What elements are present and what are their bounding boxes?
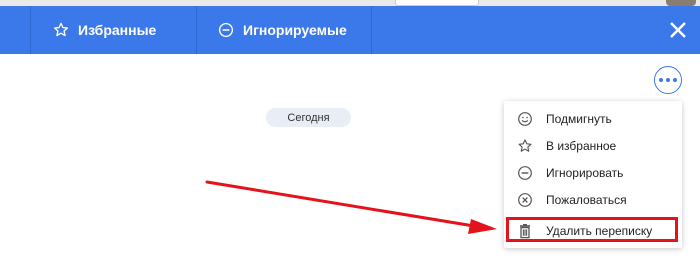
menu-item-label: Пожаловаться: [546, 193, 627, 207]
menu-item-report[interactable]: Пожаловаться: [504, 188, 682, 212]
header-divider: [196, 6, 197, 54]
minus-circle-icon: [517, 165, 533, 181]
menu-item-wink[interactable]: Подмигнуть: [504, 107, 682, 131]
menu-item-ignore[interactable]: Игнорировать: [504, 161, 682, 185]
close-icon: [670, 22, 686, 38]
minus-circle-icon: [218, 22, 234, 38]
date-separator: Сегодня: [266, 108, 351, 127]
star-icon: [517, 138, 533, 154]
smile-icon: [517, 111, 533, 127]
menu-item-label: В избранное: [546, 139, 617, 153]
header-divider: [30, 6, 31, 54]
tab-ignored-label: Игнорируемые: [243, 22, 347, 38]
star-icon: [53, 22, 69, 37]
highlight-box: [506, 217, 678, 242]
tab-ignored[interactable]: Игнорируемые: [217, 6, 347, 54]
menu-item-label: Игнорировать: [546, 166, 624, 180]
chat-header: Избранные Игнорируемые: [0, 6, 700, 54]
more-dots-icon: [659, 78, 663, 82]
header-divider: [371, 6, 372, 54]
tab-favorites-label: Избранные: [78, 22, 157, 38]
x-circle-icon: [517, 192, 533, 208]
menu-item-favorite[interactable]: В избранное: [504, 134, 682, 158]
menu-item-label: Подмигнуть: [546, 112, 612, 126]
tab-favorites[interactable]: Избранные: [52, 6, 156, 54]
more-options-button[interactable]: [654, 66, 682, 94]
close-button[interactable]: [668, 20, 688, 40]
